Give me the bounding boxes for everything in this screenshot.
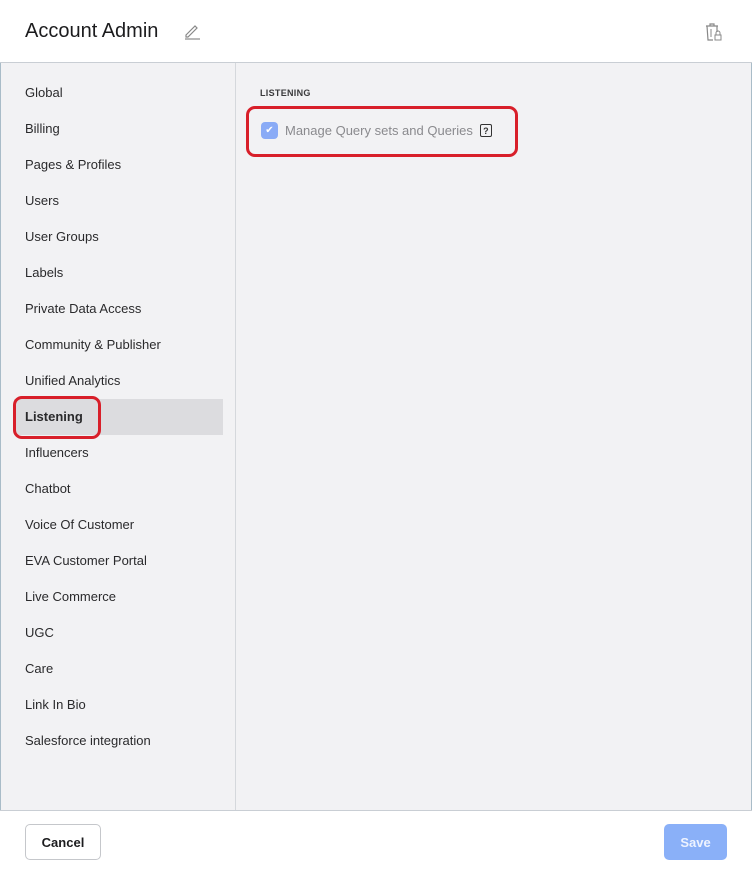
pencil-icon[interactable] (183, 22, 201, 40)
sidebar-item-influencers[interactable]: Influencers (14, 435, 223, 471)
sidebar-item-chatbot[interactable]: Chatbot (14, 471, 223, 507)
sidebar-item-salesforce-integration[interactable]: Salesforce integration (14, 723, 223, 759)
highlight-annotation-listening (13, 396, 101, 439)
cancel-button[interactable]: Cancel (25, 824, 101, 860)
sidebar-item-eva-customer-portal[interactable]: EVA Customer Portal (14, 543, 223, 579)
sidebar-item-global[interactable]: Global (14, 75, 223, 111)
sidebar-item-user-groups[interactable]: User Groups (14, 219, 223, 255)
sidebar-item-pages-profiles[interactable]: Pages & Profiles (14, 147, 223, 183)
sidebar-item-labels[interactable]: Labels (14, 255, 223, 291)
sidebar-item-care[interactable]: Care (14, 651, 223, 687)
modal-header: Account Admin (0, 0, 752, 63)
page-title: Account Admin (25, 20, 159, 42)
modal-footer: Cancel Save (0, 810, 752, 871)
sidebar-item-link-in-bio[interactable]: Link In Bio (14, 687, 223, 723)
highlight-annotation-permission (246, 106, 518, 157)
sidebar-item-billing[interactable]: Billing (14, 111, 223, 147)
sidebar-item-ugc[interactable]: UGC (14, 615, 223, 651)
sidebar-item-users[interactable]: Users (14, 183, 223, 219)
sidebar-item-community-publisher[interactable]: Community & Publisher (14, 327, 223, 363)
sidebar-item-live-commerce[interactable]: Live Commerce (14, 579, 223, 615)
save-button[interactable]: Save (664, 824, 727, 860)
sidebar-item-unified-analytics[interactable]: Unified Analytics (14, 363, 223, 399)
sidebar-item-voice-of-customer[interactable]: Voice Of Customer (14, 507, 223, 543)
sidebar-item-private-data-access[interactable]: Private Data Access (14, 291, 223, 327)
section-title: LISTENING (260, 88, 311, 98)
modal-body: Global Billing Pages & Profiles Users User G… (1, 63, 751, 810)
trash-lock-icon[interactable] (704, 22, 722, 42)
